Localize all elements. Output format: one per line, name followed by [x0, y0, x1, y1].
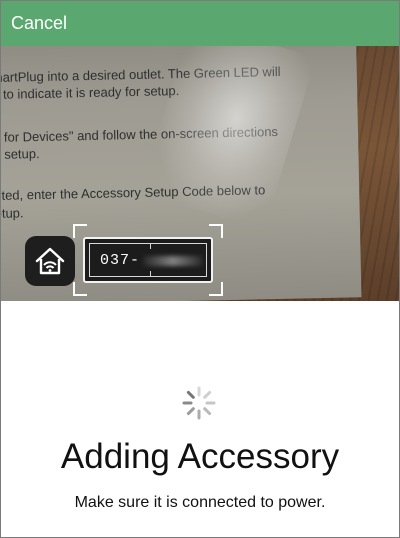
viewfinder-corner: [73, 282, 87, 296]
status-title: Adding Accessory: [60, 437, 340, 476]
redacted-code-blur: [143, 256, 203, 266]
status-subtitle: Make sure it is connected to power.: [74, 494, 326, 511]
homekit-house-icon: [25, 236, 75, 286]
setup-code-label: 037-: [83, 237, 213, 283]
viewfinder-corner: [73, 224, 87, 238]
camera-preview: martPlug into a desired outlet. The Gree…: [1, 46, 399, 301]
paper-text-line: g to indicate it is ready for setup.: [1, 83, 180, 102]
cancel-button[interactable]: Cancel: [11, 13, 67, 33]
activity-spinner-icon: [182, 386, 216, 420]
setup-code-text: 037-: [100, 252, 141, 269]
add-accessory-screen: Cancel martPlug into a desired outlet. T…: [0, 0, 400, 538]
viewfinder-corner: [209, 224, 223, 238]
paper-text-line: e setup.: [1, 146, 40, 162]
paper-text-line: etup.: [1, 205, 24, 221]
viewfinder-corner: [209, 282, 223, 296]
nav-bar: Cancel: [1, 1, 399, 46]
